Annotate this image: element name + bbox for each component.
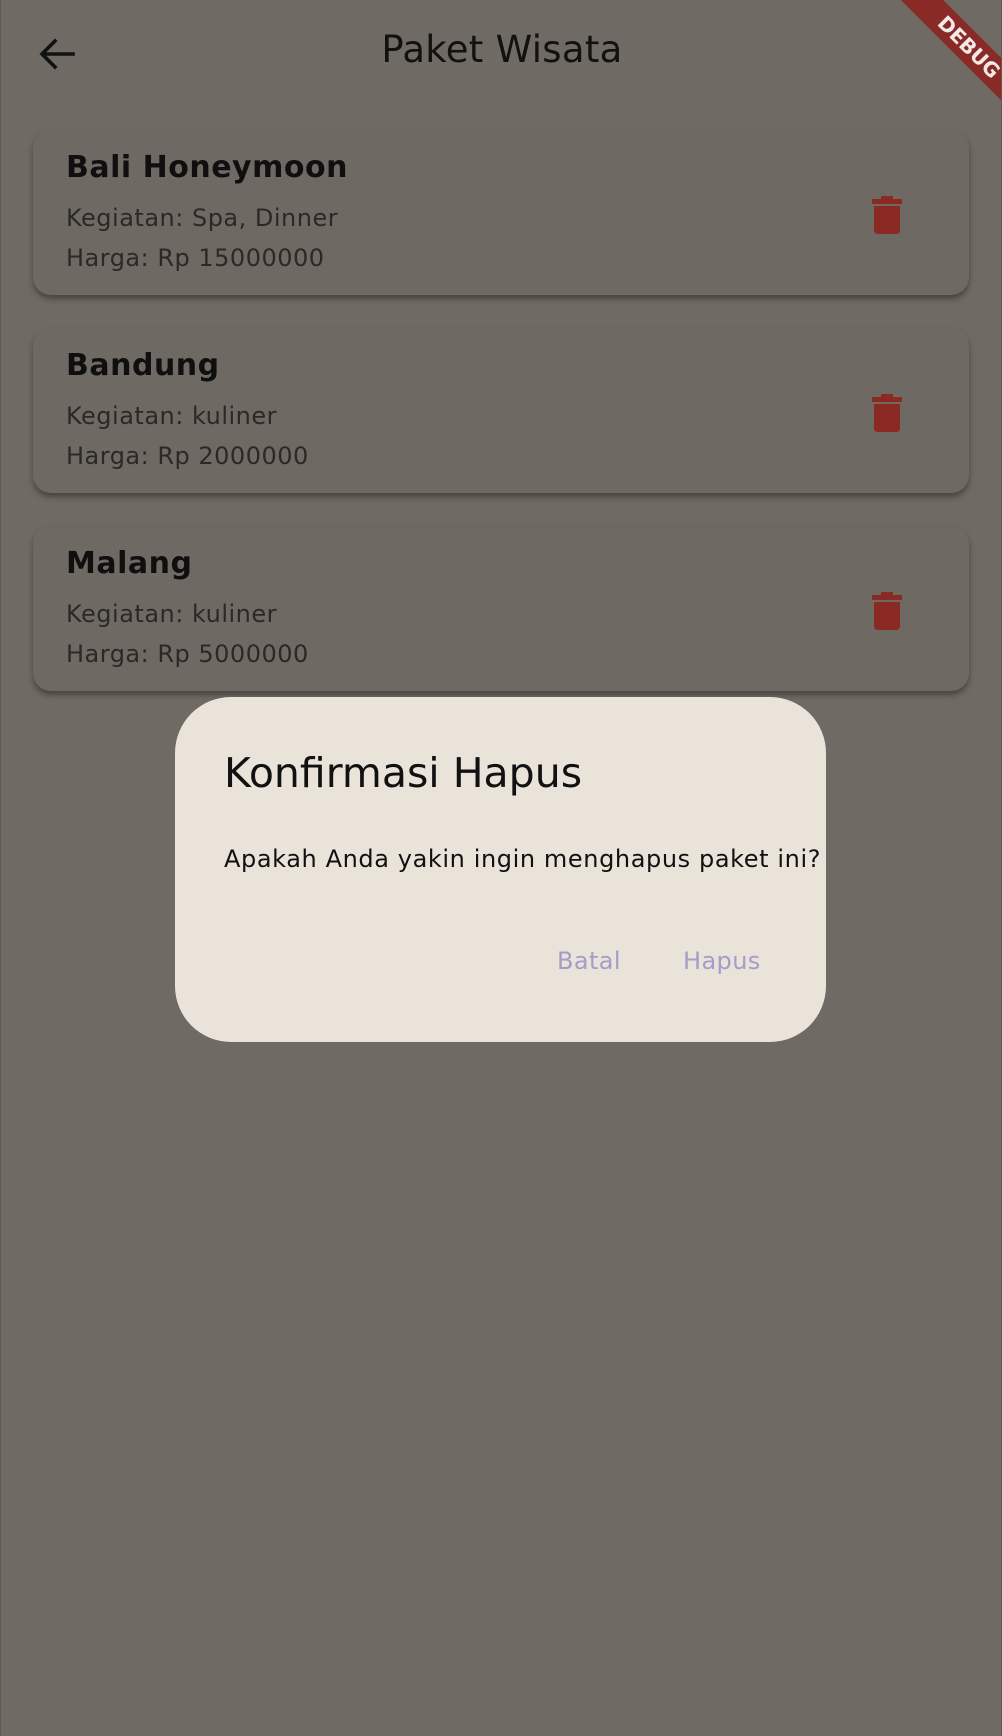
delete-button[interactable] [865, 190, 909, 240]
package-name: Malang [66, 546, 193, 581]
package-price: Harga: Rp 15000000 [66, 244, 325, 272]
package-list: Bali Honeymoon Kegiatan: Spa, Dinner Har… [33, 130, 969, 724]
confirm-delete-button[interactable]: Hapus [673, 939, 771, 983]
cancel-button[interactable]: Batal [547, 939, 631, 983]
delete-button[interactable] [865, 388, 909, 438]
package-card[interactable]: Bandung Kegiatan: kuliner Harga: Rp 2000… [33, 328, 969, 493]
package-activities: Kegiatan: kuliner [66, 600, 278, 628]
package-price: Harga: Rp 5000000 [66, 640, 309, 668]
delete-button[interactable] [865, 586, 909, 636]
package-card[interactable]: Bali Honeymoon Kegiatan: Spa, Dinner Har… [33, 130, 969, 295]
page-title: Paket Wisata [381, 28, 623, 71]
dialog-title: Konfirmasi Hapus [224, 749, 583, 797]
package-activities: Kegiatan: Spa, Dinner [66, 204, 339, 232]
trash-icon [872, 394, 902, 432]
package-price: Harga: Rp 2000000 [66, 442, 309, 470]
trash-icon [872, 592, 902, 630]
screen: Paket Wisata DEBUG Bali Honeymoon Kegiat… [0, 0, 1002, 1736]
app-bar: Paket Wisata [1, 0, 1002, 108]
trash-icon [872, 196, 902, 234]
package-name: Bali Honeymoon [66, 150, 348, 185]
dialog-message: Apakah Anda yakin ingin menghapus paket … [224, 845, 822, 873]
package-activities: Kegiatan: kuliner [66, 402, 278, 430]
package-card[interactable]: Malang Kegiatan: kuliner Harga: Rp 50000… [33, 526, 969, 691]
confirm-delete-dialog: Konfirmasi Hapus Apakah Anda yakin ingin… [175, 697, 826, 1042]
package-name: Bandung [66, 348, 220, 383]
